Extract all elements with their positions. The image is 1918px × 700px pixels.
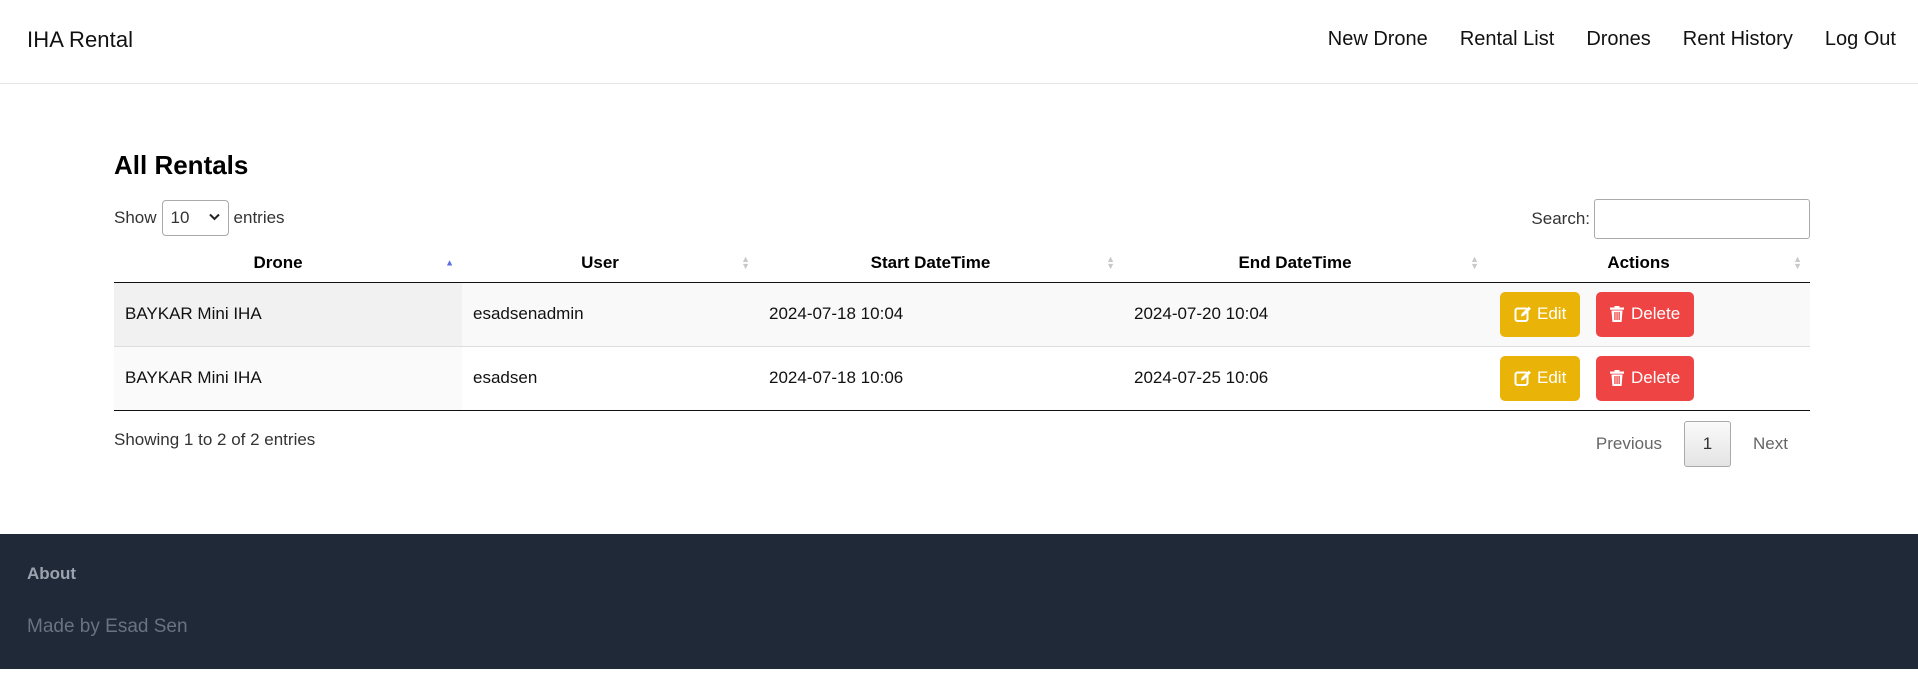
table-header-row: Drone ▲ User ▲ ▼ Start DateTime ▲ ▼ End Da… — [114, 244, 1810, 283]
cell-user: esadsen — [473, 368, 538, 387]
table-row: BAYKAR Mini IHA esadsen 2024-07-18 10:06… — [114, 346, 1810, 410]
search-label: Search: — [1531, 209, 1590, 228]
search-input[interactable] — [1594, 199, 1810, 239]
table-row: BAYKAR Mini IHA esadsenadmin 2024-07-18 … — [114, 282, 1810, 346]
edit-button-label: Edit — [1537, 304, 1567, 323]
sort-icon: ▲ ▼ — [1793, 253, 1802, 271]
nav-link-rental-list[interactable]: Rental List — [1460, 28, 1555, 51]
column-header-label: Actions — [1607, 252, 1670, 272]
column-header-drone[interactable]: Drone ▲ — [114, 244, 462, 283]
brand-logo[interactable]: IHA Rental — [27, 27, 133, 53]
nav-links: New Drone Rental List Drones Rent Histor… — [1328, 28, 1896, 51]
navbar: IHA Rental New Drone Rental List Drones … — [0, 0, 1918, 84]
length-suffix-label: entries — [233, 208, 285, 227]
cell-actions: Edit Delete — [1487, 282, 1810, 346]
edit-button[interactable]: Edit — [1500, 355, 1581, 401]
edit-icon — [1514, 306, 1531, 322]
cell-start-datetime: 2024-07-18 10:04 — [769, 304, 904, 323]
search-control: Search: — [1531, 199, 1810, 239]
table-footer: Showing 1 to 2 of 2 entries Previous 1 N… — [114, 416, 1810, 467]
nav-link-new-drone[interactable]: New Drone — [1328, 28, 1428, 51]
entries-per-page-value: 10 — [170, 208, 190, 227]
table-controls: Show 10 entries Search: — [114, 199, 1810, 239]
cell-user: esadsenadmin — [473, 304, 584, 323]
sort-icon: ▲ ▼ — [1470, 253, 1479, 271]
column-header-label: End DateTime — [1238, 252, 1352, 272]
cell-drone: BAYKAR Mini IHA — [114, 346, 462, 410]
sort-icon: ▲ ▼ — [741, 253, 750, 271]
delete-button-label: Delete — [1631, 368, 1681, 387]
table-info: Showing 1 to 2 of 2 entries — [114, 429, 316, 449]
cell-drone: BAYKAR Mini IHA — [114, 282, 462, 346]
edit-icon — [1514, 370, 1531, 386]
page-title: All Rentals — [114, 150, 249, 180]
pagination-previous[interactable]: Previous — [1574, 421, 1684, 467]
pagination: Previous 1 Next — [1574, 420, 1810, 467]
footer-title: About — [27, 564, 77, 583]
nav-link-log-out[interactable]: Log Out — [1825, 28, 1896, 51]
main-content: All Rentals Show 10 entries Search: Dron… — [114, 150, 1810, 467]
column-header-label: User — [581, 252, 619, 272]
pagination-page-1[interactable]: 1 — [1684, 420, 1732, 467]
edit-button[interactable]: Edit — [1500, 291, 1581, 337]
pagination-next[interactable]: Next — [1731, 421, 1810, 467]
nav-link-drones[interactable]: Drones — [1586, 28, 1650, 51]
column-header-end-datetime[interactable]: End DateTime ▲ ▼ — [1123, 244, 1487, 283]
trash-icon — [1610, 370, 1625, 386]
nav-link-rent-history[interactable]: Rent History — [1683, 28, 1793, 51]
entries-length-control: Show 10 entries — [114, 199, 285, 237]
cell-end-datetime: 2024-07-25 10:06 — [1134, 368, 1269, 387]
footer: About Made by Esad Sen — [0, 534, 1918, 669]
chevron-down-icon — [208, 212, 220, 224]
column-header-actions[interactable]: Actions ▲ ▼ — [1487, 244, 1810, 283]
sort-icon: ▲ ▼ — [1106, 253, 1115, 271]
sort-ascending-icon: ▲ — [445, 257, 454, 268]
column-header-user[interactable]: User ▲ ▼ — [462, 244, 758, 283]
column-header-start-datetime[interactable]: Start DateTime ▲ ▼ — [758, 244, 1123, 283]
edit-button-label: Edit — [1537, 368, 1567, 387]
column-header-label: Start DateTime — [870, 252, 991, 272]
length-prefix-label: Show — [114, 208, 157, 227]
delete-button[interactable]: Delete — [1596, 291, 1695, 337]
delete-button-label: Delete — [1631, 304, 1681, 323]
cell-start-datetime: 2024-07-18 10:06 — [769, 368, 904, 387]
cell-actions: Edit Delete — [1487, 346, 1810, 410]
footer-credit: Made by Esad Sen — [27, 616, 188, 637]
delete-button[interactable]: Delete — [1596, 355, 1695, 401]
rentals-table: Drone ▲ User ▲ ▼ Start DateTime ▲ ▼ End Da… — [114, 244, 1810, 411]
cell-end-datetime: 2024-07-20 10:04 — [1134, 304, 1269, 323]
trash-icon — [1610, 306, 1625, 322]
column-header-label: Drone — [253, 252, 303, 272]
entries-per-page-select[interactable]: 10 — [161, 200, 229, 236]
